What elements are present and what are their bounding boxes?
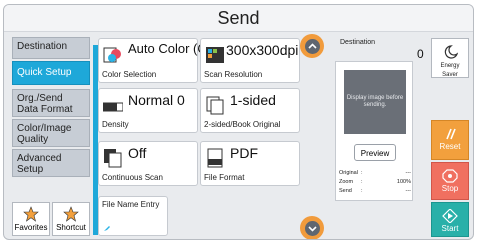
favorites-label: Favorites bbox=[14, 223, 48, 232]
scroll-up-button[interactable] bbox=[300, 34, 324, 58]
nav-item-destination[interactable]: Destination bbox=[12, 37, 90, 59]
nav-item-label: Org./Send Data Format bbox=[17, 93, 73, 115]
stop-label: Stop bbox=[441, 184, 459, 193]
tile-value: 300x300dpi bbox=[226, 42, 299, 58]
tile-value: PDF bbox=[230, 145, 258, 161]
info-key: Send bbox=[339, 188, 352, 194]
chevron-down-icon bbox=[307, 225, 317, 232]
preview-button[interactable]: Preview bbox=[354, 144, 396, 161]
color-selection-icon bbox=[103, 47, 121, 63]
density-tile[interactable]: Normal 0 Density bbox=[98, 88, 198, 133]
pdf-icon bbox=[207, 148, 223, 168]
tile-label: Continuous Scan bbox=[102, 173, 163, 182]
shortcut-icon bbox=[63, 206, 79, 222]
stop-button[interactable]: Stop bbox=[431, 162, 469, 200]
info-value: --- bbox=[405, 170, 412, 176]
start-icon bbox=[442, 209, 458, 223]
start-button[interactable]: Start bbox=[431, 202, 469, 237]
stop-icon bbox=[442, 169, 458, 183]
favorites-button[interactable]: Favorites bbox=[12, 202, 50, 236]
nav-item-label: Destination bbox=[17, 41, 68, 52]
nav-item-label: Quick Setup bbox=[17, 67, 72, 78]
reset-button[interactable]: Reset bbox=[431, 120, 469, 160]
destination-count: 0 bbox=[417, 47, 424, 61]
nav-item-label: Color/Image Quality bbox=[17, 123, 72, 145]
nav-item-color-image-quality[interactable]: Color/Image Quality bbox=[12, 119, 90, 147]
start-label: Start bbox=[441, 224, 459, 233]
info-key: Zoom bbox=[339, 179, 354, 185]
info-key: Original bbox=[339, 170, 358, 176]
preview-image: Display image before sending. bbox=[344, 70, 406, 134]
info-value: 100% bbox=[396, 179, 411, 185]
shortcut-label: Shortcut bbox=[56, 223, 86, 232]
reset-icon bbox=[446, 128, 456, 140]
preview-placeholder: Display image before sending. bbox=[346, 95, 404, 108]
nav-item-org-send-data-format[interactable]: Org./Send Data Format bbox=[12, 89, 90, 117]
continuous-scan-icon bbox=[104, 149, 122, 168]
energy-saver-button[interactable]: Energy Saver bbox=[431, 38, 469, 78]
page-title: Send bbox=[4, 5, 473, 32]
tile-value: Normal 0 bbox=[128, 92, 185, 108]
file-format-tile[interactable]: PDF File Format bbox=[200, 141, 300, 186]
destination-label: Destination bbox=[340, 39, 376, 46]
file-name-icon bbox=[104, 226, 110, 231]
continuous-scan-tile[interactable]: Off Continuous Scan bbox=[98, 141, 198, 186]
tile-label: Scan Resolution bbox=[204, 70, 263, 79]
chevron-up-icon bbox=[307, 42, 317, 49]
tile-value: 1-sided bbox=[230, 92, 276, 108]
tile-label: Density bbox=[102, 120, 129, 129]
nav-item-advanced-setup[interactable]: Advanced Setup bbox=[12, 149, 90, 177]
tile-label: Color Selection bbox=[102, 70, 157, 79]
sided-original-tile[interactable]: 1-sided 2-sided/Book Original bbox=[200, 88, 300, 133]
tile-value: Off bbox=[128, 145, 147, 161]
energy-saver-label: Energy Saver bbox=[440, 63, 460, 78]
scan-resolution-tile[interactable]: 300x300dpi Scan Resolution bbox=[200, 38, 300, 83]
shortcut-button[interactable]: Shortcut bbox=[52, 202, 90, 236]
page-icon bbox=[206, 96, 224, 115]
tile-label: 2-sided/Book Original bbox=[204, 120, 281, 129]
send-screen: Send Destination Quick Setup Org./Send D… bbox=[3, 4, 474, 240]
moon-icon bbox=[444, 45, 458, 59]
scroll-down-button[interactable] bbox=[300, 216, 324, 239]
tile-label: File Format bbox=[204, 173, 245, 182]
reset-label: Reset bbox=[439, 142, 461, 151]
copier-panel: Send Destination Quick Setup Org./Send D… bbox=[0, 0, 478, 242]
density-icon bbox=[103, 102, 123, 112]
favorites-icon bbox=[23, 206, 39, 222]
info-value: --- bbox=[405, 188, 412, 194]
color-selection-tile[interactable]: Auto Color (Col./Gray) Color Selection bbox=[98, 38, 257, 83]
tile-label: File Name Entry bbox=[102, 200, 160, 209]
file-name-entry-tile[interactable]: File Name Entry bbox=[98, 196, 168, 236]
nav-item-quick-setup[interactable]: Quick Setup bbox=[12, 61, 90, 85]
preview-panel: Display image before sending. Preview Or… bbox=[335, 61, 413, 201]
dpi-icon bbox=[206, 47, 224, 63]
nav-item-label: Advanced Setup bbox=[17, 153, 62, 175]
